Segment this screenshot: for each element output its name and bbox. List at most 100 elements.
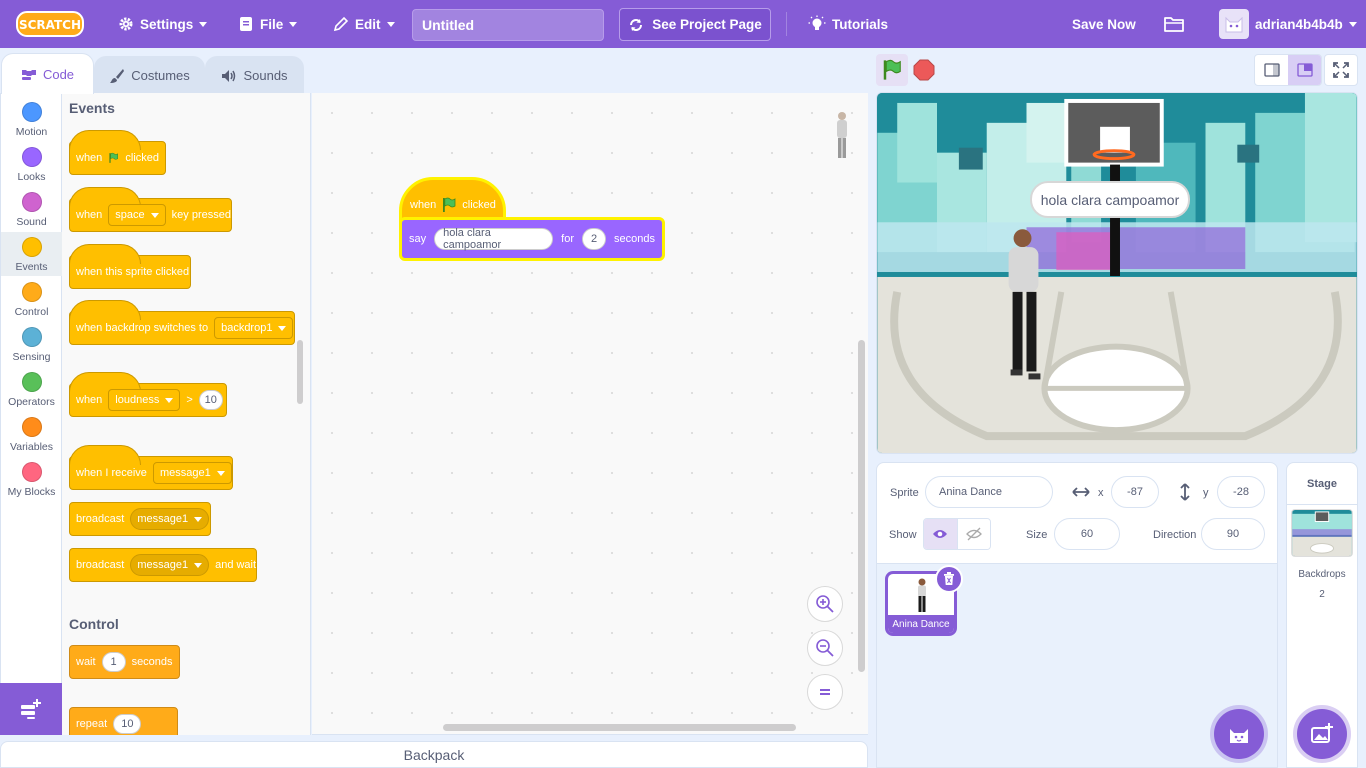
delete-sprite-button[interactable] — [935, 565, 963, 593]
backdrop-dropdown[interactable]: backdrop1 — [214, 317, 294, 339]
repeat-value-input[interactable]: 10 — [113, 714, 142, 734]
show-visible-button[interactable] — [924, 519, 957, 549]
script-stack[interactable]: when clicked say hola clara campoamor fo… — [399, 177, 665, 262]
stage[interactable] — [876, 92, 1358, 454]
green-flag-icon — [109, 152, 119, 163]
tab-code[interactable]: Code — [1, 53, 94, 94]
zoom-in-button[interactable] — [807, 586, 843, 622]
backpack[interactable]: Backpack — [0, 741, 868, 768]
stage-size-toggle — [1254, 54, 1322, 86]
zoom-reset-button[interactable] — [807, 674, 843, 710]
chevron-down-icon — [216, 470, 225, 476]
workspace-vertical-scrollbar[interactable] — [858, 340, 865, 672]
when-loudness-block[interactable]: when loudness > 10 — [69, 372, 227, 417]
wait-seconds-block[interactable]: wait 1 seconds — [69, 645, 180, 679]
wait-value-input[interactable]: 1 — [101, 652, 126, 672]
see-project-page-label: See Project Page — [652, 17, 762, 32]
save-now-button[interactable]: Save Now — [1072, 0, 1136, 48]
block-text: repeat — [76, 718, 108, 730]
normal-stage-button[interactable] — [1288, 55, 1321, 85]
add-extension-button[interactable] — [0, 683, 62, 735]
account-menu[interactable]: adrian4b4b4b — [1219, 0, 1357, 48]
category-motion-dot — [21, 102, 42, 122]
palette-scrollbar[interactable] — [297, 340, 303, 404]
x-input[interactable]: -87 — [1111, 476, 1159, 508]
small-stage-button[interactable] — [1255, 55, 1288, 85]
chevron-down-icon — [194, 516, 203, 522]
say-duration-input[interactable]: 2 — [582, 228, 607, 250]
choose-sprite-button[interactable] — [1214, 709, 1264, 759]
block-text: and wait — [215, 559, 257, 571]
category-control[interactable]: Control — [1, 277, 62, 321]
say-message-input[interactable]: hola clara campoamor — [434, 227, 554, 251]
tutorials-button[interactable]: Tutorials — [808, 0, 888, 48]
broadcast-wait-message-dropdown[interactable]: message1 — [130, 554, 210, 576]
green-flag-button[interactable] — [876, 54, 908, 86]
category-my-blocks[interactable]: My Blocks — [1, 457, 62, 501]
save-now-label: Save Now — [1072, 16, 1136, 32]
hat-cap — [69, 445, 141, 465]
broadcast-block[interactable]: broadcast message1 — [69, 502, 211, 536]
script-area[interactable]: when clicked say hola clara campoamor fo… — [312, 93, 868, 735]
category-operators[interactable]: Operators — [1, 367, 62, 411]
say-for-seconds-block[interactable]: say hola clara campoamor for 2 seconds — [399, 217, 665, 261]
category-variables[interactable]: Variables — [1, 412, 62, 456]
horizontal-arrows-icon — [1072, 487, 1090, 497]
block-text: > — [186, 394, 193, 406]
broadcast-message-dropdown[interactable]: message1 — [130, 508, 210, 530]
category-looks[interactable]: Looks — [1, 142, 62, 186]
choose-backdrop-button[interactable] — [1297, 709, 1347, 759]
block-text: key pressed — [171, 209, 231, 221]
chevron-down-icon — [199, 21, 208, 27]
settings-menu[interactable]: Settings — [118, 0, 208, 48]
size-label: Size — [1026, 529, 1048, 541]
category-sound[interactable]: Sound — [1, 187, 62, 231]
avatar — [1219, 9, 1249, 39]
hat-cap — [69, 244, 141, 264]
block-text: when — [76, 394, 103, 406]
category-sensing-dot — [21, 327, 42, 347]
scratch-logo[interactable]: SCRATCH — [16, 10, 84, 38]
message-dropdown[interactable]: message1 — [152, 462, 232, 484]
see-project-page-button[interactable]: See Project Page — [619, 8, 771, 41]
category-sensing[interactable]: Sensing — [1, 322, 62, 366]
sensor-dropdown[interactable]: loudness — [108, 389, 181, 411]
repeat-block[interactable]: repeat 10 — [69, 707, 178, 735]
when-i-receive-block[interactable]: when I receive message1 — [69, 445, 233, 490]
chevron-down-icon — [289, 21, 298, 27]
key-dropdown[interactable]: space — [108, 204, 166, 226]
when-backdrop-switches-block[interactable]: when backdrop switches to backdrop1 — [69, 300, 295, 345]
category-events[interactable]: Events — [1, 232, 62, 276]
tab-sounds[interactable]: Sounds — [205, 56, 304, 94]
workspace-horizontal-scrollbar[interactable] — [443, 724, 796, 731]
image-add-icon — [1311, 723, 1333, 743]
chevron-down-icon — [278, 325, 287, 331]
stop-button[interactable] — [913, 59, 935, 81]
edit-menu[interactable]: Edit — [333, 0, 395, 48]
y-input[interactable]: -28 — [1217, 476, 1265, 508]
size-input[interactable]: 60 — [1054, 518, 1120, 550]
show-hidden-button[interactable] — [956, 519, 990, 549]
fullscreen-button[interactable] — [1324, 54, 1358, 86]
key-dropdown-value: space — [115, 209, 145, 221]
file-icon — [240, 17, 252, 31]
project-title-input[interactable]: Untitled — [412, 9, 604, 41]
my-stuff-button[interactable] — [1163, 0, 1185, 48]
when-key-pressed-block[interactable]: when space key pressed — [69, 187, 232, 232]
lightbulb-icon — [808, 15, 826, 30]
loudness-value-input[interactable]: 10 — [198, 390, 223, 410]
broadcast-and-wait-block[interactable]: broadcast message1 and wait — [69, 548, 257, 582]
tab-costumes[interactable]: Costumes — [94, 56, 205, 94]
category-motion[interactable]: Motion — [1, 97, 62, 141]
when-sprite-clicked-block[interactable]: when this sprite clicked — [69, 244, 191, 289]
sprite-name-input[interactable]: Anina Dance — [925, 476, 1053, 508]
when-flag-clicked-block[interactable]: when clicked — [69, 130, 166, 175]
category-label: My Blocks — [7, 486, 56, 498]
chevron-down-icon — [150, 212, 159, 218]
visibility-toggle — [923, 518, 991, 550]
file-menu[interactable]: File — [238, 0, 298, 48]
direction-input[interactable]: 90 — [1201, 518, 1265, 550]
trash-icon — [944, 572, 954, 585]
file-label: File — [260, 16, 284, 32]
zoom-out-button[interactable] — [807, 630, 843, 666]
